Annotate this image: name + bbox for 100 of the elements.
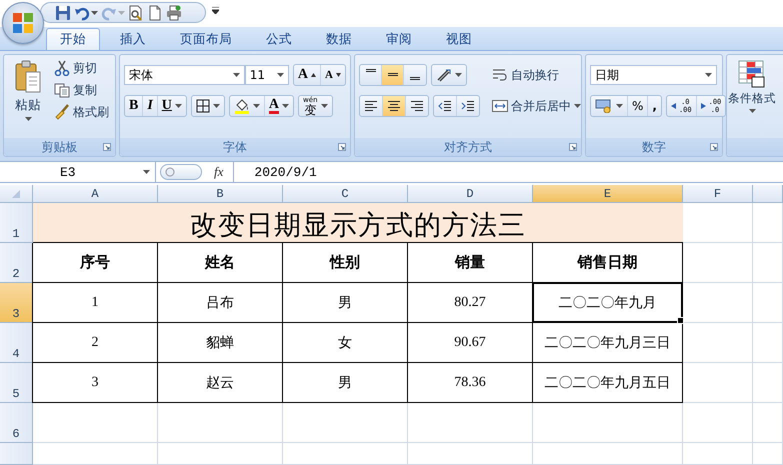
indent-icon <box>461 100 475 112</box>
formula-input[interactable]: 2020/9/1 <box>233 162 783 182</box>
table-cell: 90.67 <box>408 323 533 363</box>
vertical-align-button[interactable] <box>382 65 404 85</box>
ribbon-tab[interactable]: 插入 <box>106 28 160 50</box>
format-painter-button[interactable]: 格式刷 <box>54 102 109 122</box>
group-label: 字体 <box>223 138 247 156</box>
table-header-cell: 姓名 <box>158 243 283 283</box>
insert-function-button[interactable]: fx <box>214 162 224 182</box>
dialog-launcher-button[interactable] <box>338 143 346 151</box>
dialog-launcher-button[interactable] <box>103 143 111 151</box>
conditional-grid-icon <box>738 60 766 88</box>
align-center-icon <box>387 100 401 112</box>
empty-cell <box>753 443 783 465</box>
ribbon-tab[interactable]: 页面布局 <box>166 28 246 50</box>
empty-cell <box>753 243 783 283</box>
launcher-icon <box>569 143 577 151</box>
caret-icon <box>174 104 182 108</box>
group-label: 数字 <box>642 138 666 156</box>
font-color-button[interactable]: A <box>264 96 294 116</box>
table-cell: 1 <box>33 283 158 323</box>
quick-access-button[interactable] <box>166 4 182 20</box>
table-cell: 2 <box>33 323 158 363</box>
copy-button[interactable]: 复制 <box>54 80 109 100</box>
cut-button[interactable]: 剪切 <box>54 58 109 78</box>
scissors-icon <box>54 60 70 76</box>
italic-button[interactable]: I <box>143 96 158 116</box>
wrap-lines-icon <box>492 68 508 82</box>
paste-button[interactable]: 粘贴 <box>8 58 48 135</box>
caret-icon <box>705 73 712 77</box>
align-top-icon <box>364 69 376 73</box>
slanted-text-icon <box>436 68 452 82</box>
ribbon-tab[interactable]: 审阅 <box>372 28 426 50</box>
horizontal-align-button[interactable] <box>383 96 406 116</box>
font-name-dropdown[interactable]: 宋体 <box>124 65 245 85</box>
dialog-launcher-button[interactable] <box>710 143 718 151</box>
caret-icon <box>91 10 98 14</box>
underline-button[interactable]: U <box>158 96 186 116</box>
table-cell: 吕布 <box>158 283 283 323</box>
empty-cell <box>683 283 753 323</box>
caret-icon <box>616 104 623 108</box>
paint-bucket-icon <box>234 98 250 114</box>
column-header[interactable]: E <box>533 185 683 203</box>
row-header[interactable]: 3 <box>0 283 33 323</box>
column-header[interactable]: C <box>283 185 408 203</box>
group-label: 对齐方式 <box>444 138 492 156</box>
table-cell: 貂蝉 <box>158 323 283 363</box>
shrink-font-button[interactable]: A <box>321 65 345 85</box>
font-size-dropdown[interactable]: 11 <box>244 65 289 85</box>
quick-access-button[interactable] <box>128 4 144 20</box>
corner-triangle-icon <box>12 190 20 198</box>
blank-page-icon <box>147 4 163 20</box>
column-header[interactable]: A <box>33 185 158 203</box>
printer-icon <box>166 4 182 20</box>
row-header[interactable]: 5 <box>0 363 33 403</box>
magnifier-page-icon <box>128 4 144 20</box>
caret-icon <box>748 109 756 113</box>
number-format-dropdown[interactable]: 日期 <box>590 65 717 85</box>
ribbon-tab[interactable]: 数据 <box>312 28 366 50</box>
outdent-icon <box>438 100 452 112</box>
column-header[interactable]: B <box>158 185 283 203</box>
grid-border-icon <box>196 99 210 113</box>
caret-icon <box>143 170 150 174</box>
table-cell: 二〇二〇年九月 <box>532 282 683 323</box>
quick-access-button[interactable] <box>55 4 71 20</box>
percent-button[interactable]: % <box>628 96 648 116</box>
wrap-text-button[interactable]: 自动换行 <box>492 65 559 85</box>
small-triangle-icon <box>336 73 341 77</box>
column-header[interactable]: F <box>683 185 753 203</box>
table-cell: 男 <box>283 283 408 323</box>
office-logo-icon <box>11 11 35 35</box>
merge-center-button[interactable]: 合并后居中 <box>492 96 581 116</box>
name-box[interactable]: E3 <box>0 162 156 182</box>
ribbon-tab[interactable]: 公式 <box>252 28 306 50</box>
column-header[interactable]: D <box>408 185 533 203</box>
caret-icon <box>252 104 260 108</box>
align-right-icon <box>410 100 424 112</box>
ribbon-tab[interactable]: 视图 <box>432 28 486 50</box>
row-header[interactable]: 2 <box>0 243 33 283</box>
grow-font-button[interactable]: A <box>294 65 322 85</box>
ribbon-tab[interactable]: 开始 <box>46 28 100 50</box>
group-label: 剪贴板 <box>42 138 78 156</box>
conditional-format-button[interactable]: 条件格式 <box>728 58 776 135</box>
row-header[interactable]: 1 <box>0 203 33 243</box>
circle-handle-icon <box>165 167 175 177</box>
row-header[interactable]: 6 <box>0 403 33 443</box>
quick-access-button[interactable] <box>147 4 163 20</box>
row-header[interactable]: 4 <box>0 323 33 363</box>
empty-cell <box>753 283 783 323</box>
dialog-launcher-button[interactable] <box>569 143 577 151</box>
fill-handle[interactable] <box>677 317 684 324</box>
table-cell: 赵云 <box>158 363 283 403</box>
empty-cell <box>753 403 783 443</box>
customize-toolbar-button[interactable] <box>212 7 219 14</box>
empty-cell <box>753 363 783 403</box>
comma-style-button[interactable]: , <box>648 96 661 116</box>
launcher-icon <box>103 143 111 151</box>
caret-icon <box>276 73 284 77</box>
bold-button[interactable]: B <box>125 96 144 116</box>
formula-bar-splitter[interactable] <box>160 164 202 180</box>
